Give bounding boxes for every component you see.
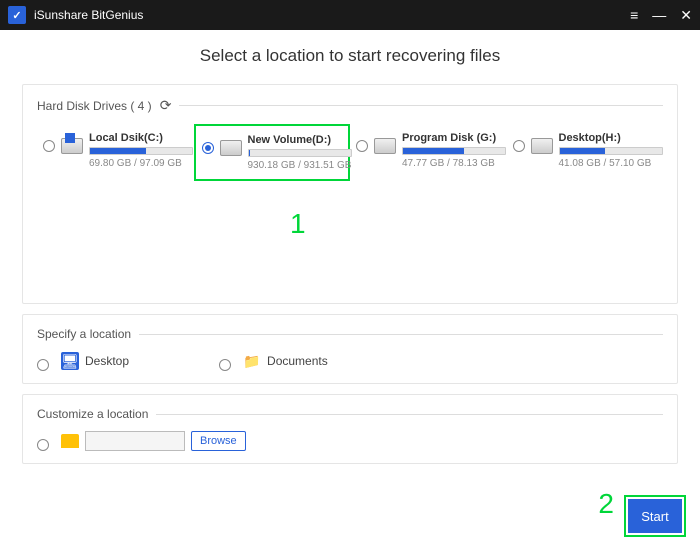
customize-section-title: Customize a location (37, 407, 148, 421)
drive-item-2[interactable]: Program Disk (G:) 47.77 GB / 78.13 GB (350, 124, 507, 181)
drive-usage-bar (89, 147, 193, 155)
radio-documents[interactable] (219, 359, 231, 371)
app-logo-icon: ✓ (8, 6, 26, 24)
divider (156, 414, 663, 415)
drive-name: Desktop(H:) (559, 132, 658, 144)
app-title: iSunshare BitGenius (34, 8, 630, 22)
radio-drive-0[interactable] (43, 140, 55, 152)
page-title: Select a location to start recovering fi… (22, 46, 678, 66)
drive-item-0[interactable]: Local Dsik(C:) 69.80 GB / 97.09 GB (37, 124, 194, 181)
annotation-marker-2: 2 (598, 488, 614, 520)
drive-usage-bar (248, 149, 352, 157)
refresh-icon[interactable]: ⟳ (160, 97, 172, 114)
drive-item-1[interactable]: New Volume(D:) 930.18 GB / 931.51 GB (194, 124, 351, 181)
drive-usage-bar (402, 147, 506, 155)
radio-drive-3[interactable] (513, 140, 525, 152)
specify-section-title: Specify a location (37, 327, 131, 341)
disk-icon (61, 138, 83, 154)
custom-path-input[interactable] (85, 431, 185, 451)
radio-custom[interactable] (37, 439, 49, 451)
desktop-label: Desktop (85, 354, 129, 368)
customize-location-section: Customize a location Browse (22, 394, 678, 464)
location-documents-option[interactable]: 📁 Documents (219, 351, 328, 371)
drive-usage-bar (559, 147, 663, 155)
browse-button[interactable]: Browse (191, 431, 246, 451)
titlebar: ✓ iSunshare BitGenius ≡ — ✕ (0, 0, 700, 30)
specify-location-section: Specify a location 🖥 Desktop 📁 Documents (22, 314, 678, 384)
close-icon[interactable]: ✕ (680, 7, 692, 24)
documents-label: Documents (267, 354, 328, 368)
folder-icon (61, 434, 79, 448)
menu-icon[interactable]: ≡ (630, 7, 638, 24)
drive-name: New Volume(D:) (248, 134, 343, 146)
desktop-icon: 🖥 (61, 352, 79, 370)
drive-size: 69.80 GB / 97.09 GB (89, 158, 188, 169)
documents-icon: 📁 (243, 352, 261, 370)
location-desktop-option[interactable]: 🖥 Desktop (37, 351, 129, 371)
radio-drive-1[interactable] (202, 142, 214, 154)
radio-drive-2[interactable] (356, 140, 368, 152)
drive-size: 930.18 GB / 931.51 GB (248, 160, 343, 171)
drive-name: Program Disk (G:) (402, 132, 501, 144)
hdd-section-title: Hard Disk Drives ( 4 ) (37, 99, 152, 113)
disk-icon (374, 138, 396, 154)
disk-icon (220, 140, 242, 156)
divider (179, 105, 663, 106)
minimize-icon[interactable]: — (652, 7, 666, 24)
start-button[interactable]: Start (628, 499, 682, 533)
hard-disk-drives-section: Hard Disk Drives ( 4 ) ⟳ Local Dsik(C:) … (22, 84, 678, 304)
annotation-marker-1: 1 (290, 208, 306, 240)
start-highlight-box: Start (624, 495, 686, 537)
drive-item-3[interactable]: Desktop(H:) 41.08 GB / 57.10 GB (507, 124, 664, 181)
divider (139, 334, 663, 335)
disk-icon (531, 138, 553, 154)
radio-desktop[interactable] (37, 359, 49, 371)
drive-size: 47.77 GB / 78.13 GB (402, 158, 501, 169)
drive-name: Local Dsik(C:) (89, 132, 188, 144)
drive-size: 41.08 GB / 57.10 GB (559, 158, 658, 169)
